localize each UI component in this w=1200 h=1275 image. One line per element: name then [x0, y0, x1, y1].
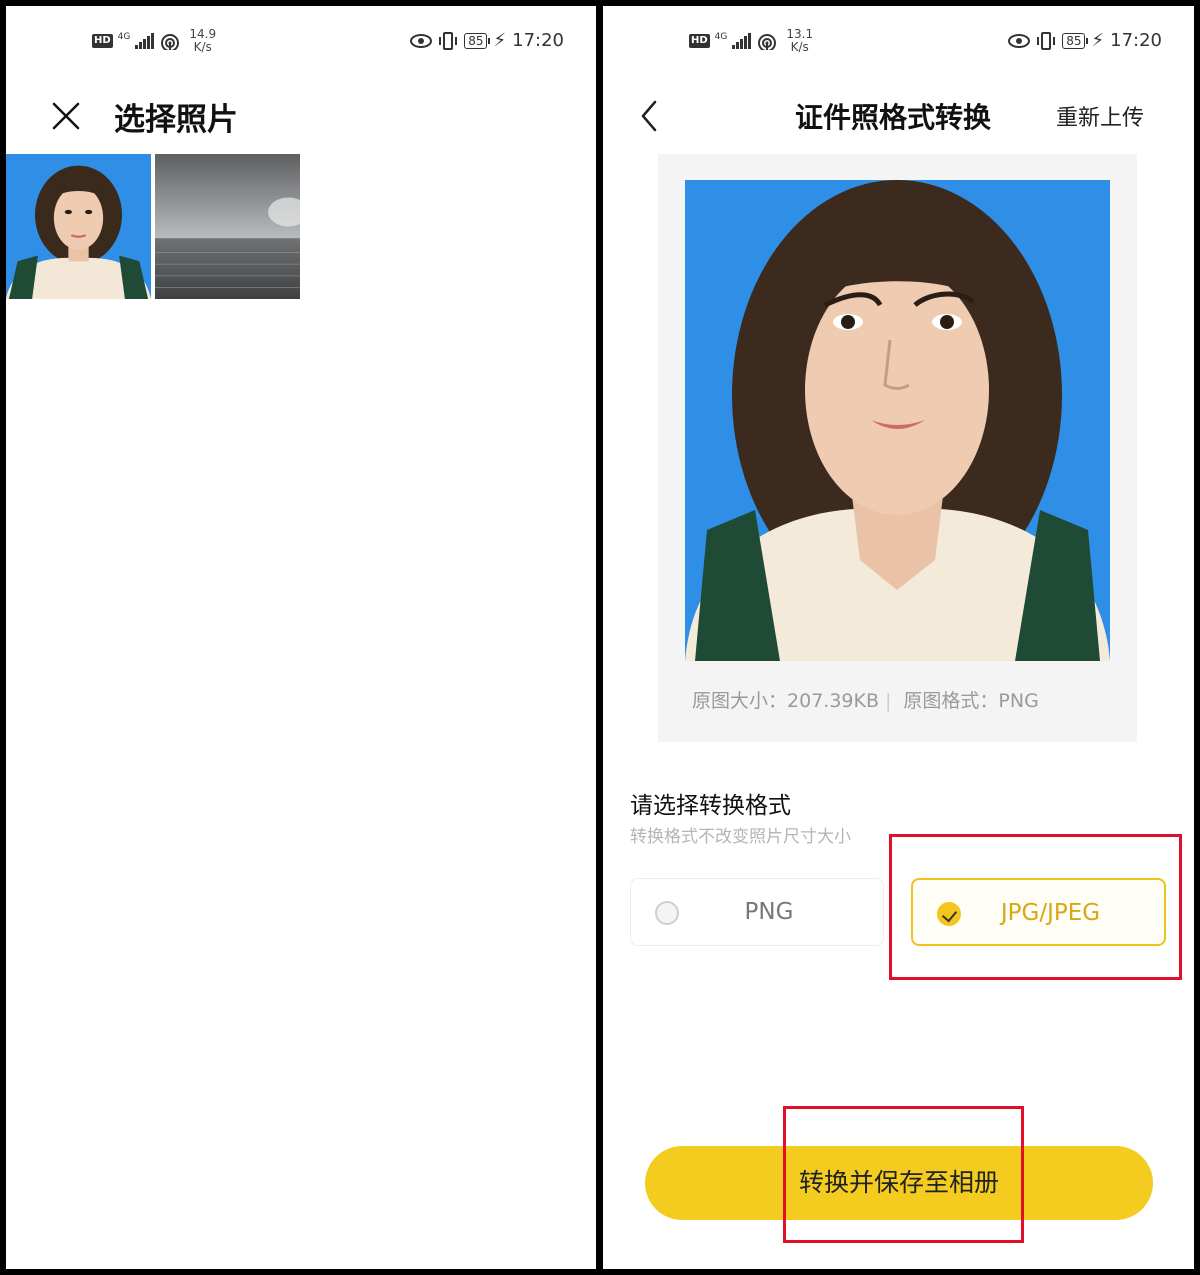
format-label: 原图格式：: [903, 690, 999, 712]
portrait-image: [685, 180, 1110, 661]
status-bar: HD 4G 14.9 K/s 85 ⚡ 17:20: [6, 6, 596, 76]
speed-value: 14.9: [189, 27, 217, 41]
speed-value: 13.1: [786, 27, 814, 41]
wifi-icon: [758, 34, 777, 50]
battery-icon: 85: [464, 32, 491, 49]
id-photo-preview: [685, 180, 1110, 661]
picker-header: 选择照片: [6, 86, 596, 146]
convert-header: 证件照格式转换 重新上传: [603, 86, 1194, 146]
network-speed: 14.9 K/s: [189, 28, 216, 54]
id-photo-thumbnail[interactable]: [6, 154, 151, 299]
status-bar: HD 4G 13.1 K/s 85 ⚡ 17:20: [603, 6, 1194, 76]
vibrate-icon: [1037, 31, 1056, 50]
speed-unit: K/s: [790, 40, 809, 54]
page-title: 证件照格式转换: [795, 101, 992, 134]
sea-image: [155, 154, 300, 299]
signal-icon: [135, 33, 155, 49]
option-label: JPG/JPEG: [1000, 900, 1101, 926]
portrait-image: [6, 154, 151, 299]
status-left: HD 4G 14.9 K/s: [92, 28, 216, 54]
format-value: PNG: [998, 690, 1039, 712]
reupload-button[interactable]: 重新上传: [1056, 100, 1144, 132]
format-convert-screen: HD 4G 13.1 K/s 85 ⚡ 17:20 证件照格式转换 重新上传 原…: [603, 6, 1194, 1269]
size-value: 207.39KB: [787, 690, 879, 712]
back-icon[interactable]: [637, 96, 661, 136]
photo-grid: [6, 154, 300, 299]
sea-photo-thumbnail[interactable]: [155, 154, 300, 299]
format-section-title: 请选择转换格式: [630, 793, 791, 819]
size-label: 原图大小：: [692, 690, 788, 712]
network-speed: 13.1 K/s: [786, 28, 813, 54]
network-type: 4G: [117, 32, 131, 42]
battery-icon: 85: [1062, 32, 1089, 49]
status-right: 85 ⚡ 17:20: [1008, 30, 1162, 51]
hd-icon: HD: [689, 34, 710, 48]
status-left: HD 4G 13.1 K/s: [689, 28, 813, 54]
clock: 17:20: [512, 30, 564, 51]
format-section-subtitle: 转换格式不改变照片尺寸大小: [630, 827, 851, 847]
speed-unit: K/s: [193, 40, 212, 54]
network-type: 4G: [714, 32, 728, 42]
hd-icon: HD: [92, 34, 113, 48]
convert-save-button[interactable]: 转换并保存至相册: [645, 1146, 1153, 1220]
wifi-icon: [161, 34, 180, 50]
original-info: 原图大小：207.39KB | 原图格式：PNG: [692, 686, 1039, 713]
eye-icon: [410, 33, 433, 48]
option-label: PNG: [744, 899, 794, 925]
clock: 17:20: [1110, 30, 1162, 51]
format-option-png[interactable]: PNG: [630, 878, 884, 946]
photo-picker-screen: HD 4G 14.9 K/s 85 ⚡ 17:20 选择照片: [6, 6, 596, 1269]
format-option-jpg[interactable]: JPG/JPEG: [911, 878, 1166, 946]
status-right: 85 ⚡ 17:20: [410, 30, 564, 51]
charging-icon: ⚡: [493, 30, 507, 51]
charging-icon: ⚡: [1091, 30, 1105, 51]
photo-preview-card: 原图大小：207.39KB | 原图格式：PNG: [658, 154, 1137, 742]
divider: |: [885, 690, 892, 712]
eye-icon: [1008, 33, 1031, 48]
page-title: 选择照片: [114, 102, 238, 138]
close-icon[interactable]: [50, 100, 82, 132]
signal-icon: [732, 33, 752, 49]
vibrate-icon: [439, 31, 458, 50]
